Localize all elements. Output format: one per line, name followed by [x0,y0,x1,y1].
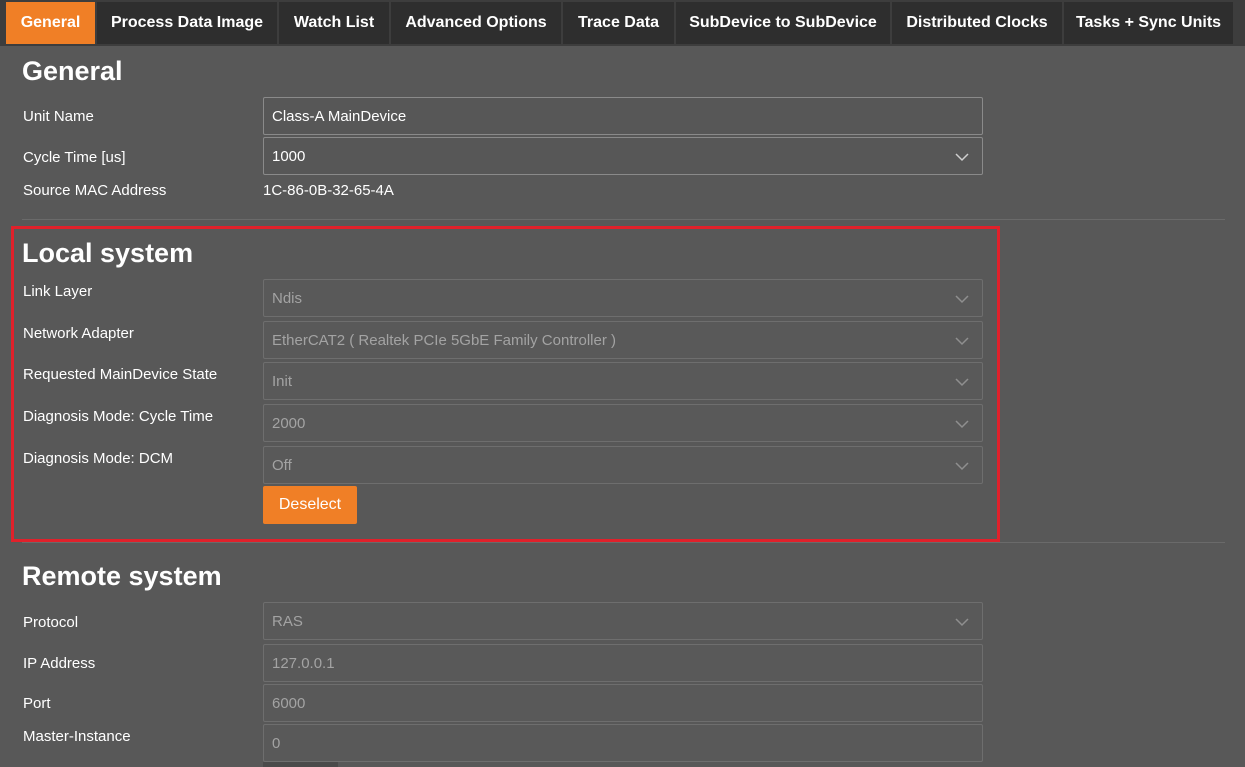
chevron-down-icon [955,153,969,162]
diag-dcm-select[interactable]: Off [263,446,983,484]
link-layer-label: Link Layer [23,283,93,300]
section-divider [22,219,1225,220]
link-layer-value: Ndis [272,289,303,307]
local-system-title: Local system [22,238,194,268]
unit-name-value: Class-A MainDevice [272,107,407,125]
requested-state-select[interactable]: Init [263,362,983,400]
cycle-time-label: Cycle Time [us] [23,149,126,166]
mac-address-label: Source MAC Address [23,182,167,199]
general-section-title: General [22,56,123,86]
network-adapter-select[interactable]: EtherCAT2 ( Realtek PCIe 5GbE Family Con… [263,321,983,359]
diag-cycle-time-value: 2000 [272,414,306,432]
requested-state-label: Requested MainDevice State [23,366,218,383]
chevron-down-icon [955,420,969,429]
requested-state-value: Init [272,372,293,390]
tab-subdevice-to-subdevice[interactable]: SubDevice to SubDevice [676,2,890,44]
network-adapter-label: Network Adapter [23,325,134,342]
tab-tasks-sync-units[interactable]: Tasks + Sync Units [1064,2,1233,44]
chevron-down-icon [955,378,969,387]
port-label: Port [23,695,51,712]
port-input[interactable]: 6000 [263,684,983,722]
ip-address-label: IP Address [23,655,96,672]
section-divider [22,542,1225,543]
tab-distributed-clocks[interactable]: Distributed Clocks [892,2,1062,44]
diag-dcm-label: Diagnosis Mode: DCM [23,450,174,467]
network-adapter-value: EtherCAT2 ( Realtek PCIe 5GbE Family Con… [272,331,616,349]
tab-general[interactable]: General [6,2,95,44]
tab-process-data-image[interactable]: Process Data Image [97,2,277,44]
diag-cycle-time-select[interactable]: 2000 [263,404,983,442]
diag-dcm-value: Off [272,456,292,474]
port-value: 6000 [272,694,306,712]
protocol-value: RAS [272,612,303,630]
deselect-button[interactable]: Deselect [263,486,357,524]
tab-advanced-options[interactable]: Advanced Options [391,2,561,44]
chevron-down-icon [955,337,969,346]
mac-address-value: 1C-86-0B-32-65-4A [263,182,394,199]
ip-address-value: 127.0.0.1 [272,654,335,672]
cycle-time-value: 1000 [272,147,306,165]
link-layer-select[interactable]: Ndis [263,279,983,317]
chevron-down-icon [955,618,969,627]
cycle-time-select[interactable]: 1000 [263,137,983,175]
chevron-down-icon [955,295,969,304]
protocol-select[interactable]: RAS [263,602,983,640]
master-instance-label: Master-Instance [23,728,131,745]
chevron-down-icon [955,462,969,471]
tab-watch-list[interactable]: Watch List [279,2,389,44]
ip-address-input[interactable]: 127.0.0.1 [263,644,983,682]
master-instance-value: 0 [272,734,281,752]
partial-button-below-fold [263,762,338,767]
tab-bar: General Process Data Image Watch List Ad… [0,0,1245,46]
remote-system-title: Remote system [22,561,222,591]
protocol-label: Protocol [23,614,79,631]
diag-cycle-time-label: Diagnosis Mode: Cycle Time [23,408,214,425]
master-instance-input[interactable]: 0 [263,724,983,762]
unit-name-label: Unit Name [23,108,94,125]
tab-trace-data[interactable]: Trace Data [563,2,674,44]
unit-name-input[interactable]: Class-A MainDevice [263,97,983,135]
